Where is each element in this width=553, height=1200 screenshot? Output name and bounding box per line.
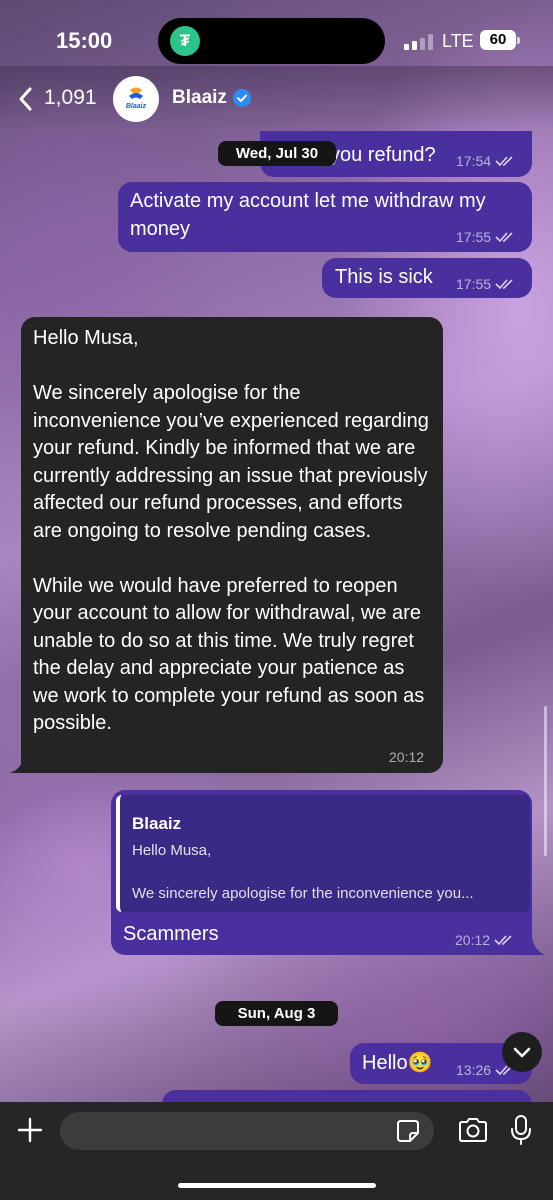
message-input[interactable] (60, 1112, 434, 1150)
message-meta: 20:12 (455, 932, 514, 948)
network-type: LTE (442, 31, 474, 51)
double-check-icon (495, 232, 513, 243)
date-separator: Sun, Aug 3 (215, 1001, 338, 1026)
tether-icon: ₮ (170, 26, 200, 56)
message-time: 20:12 (455, 932, 491, 948)
battery-cap (517, 37, 520, 44)
bubble-tail (526, 937, 546, 955)
message-bubble-outgoing[interactable]: This is sick 17:55 (322, 258, 532, 298)
scroll-to-bottom-button[interactable] (502, 1032, 542, 1072)
message-time: 13:26 (456, 1062, 492, 1078)
blaaiz-logo (129, 87, 143, 99)
avatar-logo-text: Blaaiz (125, 103, 147, 110)
message-bubble-outgoing[interactable]: Activate my account let me withdraw my m… (118, 182, 532, 252)
message-time: 17:54 (456, 153, 492, 169)
message-meta: 17:55 (456, 229, 515, 245)
sticker-icon[interactable] (396, 1119, 420, 1143)
double-check-icon (494, 935, 512, 946)
message-time: 17:55 (456, 276, 492, 292)
reply-preview-line: Hello Musa, (132, 842, 212, 859)
message-text: Hello🥹 (362, 1052, 433, 1074)
microphone-icon[interactable] (510, 1114, 532, 1146)
message-text: you refund? (330, 144, 436, 166)
message-time: 17:55 (456, 229, 492, 245)
date-separator: Wed, Jul 30 (218, 141, 336, 166)
back-chevron-icon[interactable] (16, 86, 36, 112)
message-time: 20:12 (389, 749, 425, 765)
double-check-icon (495, 279, 513, 290)
message-meta: 20:12 (389, 749, 424, 765)
message-bubble-outgoing[interactable]: Blaaiz Hello Musa, We sincerely apologis… (111, 790, 532, 955)
contact-name[interactable]: Blaaiz (172, 87, 227, 109)
avatar[interactable]: Blaaiz (113, 76, 159, 122)
message-text: Hello Musa, We sincerely apologise for t… (33, 327, 429, 734)
reply-sender-name: Blaaiz (132, 814, 182, 833)
message-bubble-incoming[interactable]: Hello Musa, We sincerely apologise for t… (21, 317, 443, 773)
back-unread-count[interactable]: 1,091 (44, 86, 97, 110)
reply-quote[interactable]: Blaaiz Hello Musa, We sincerely apologis… (116, 795, 530, 912)
status-time: 15:00 (56, 28, 113, 53)
bubble-tail (10, 755, 30, 773)
reply-preview-line: We sincerely apologise for the inconveni… (132, 885, 474, 902)
battery-icon: 60 (480, 30, 516, 50)
signal-icon (404, 34, 434, 50)
chevron-down-icon (513, 1047, 531, 1058)
double-check-icon (495, 156, 513, 167)
message-text: Scammers (123, 923, 219, 945)
message-meta: 17:54 (456, 153, 515, 169)
home-indicator (178, 1183, 376, 1188)
scrollbar[interactable] (544, 706, 547, 856)
message-meta: 17:55 (456, 276, 515, 292)
camera-icon[interactable] (457, 1116, 489, 1144)
verified-badge-icon (233, 89, 251, 107)
attach-plus-icon[interactable] (16, 1116, 44, 1144)
message-text: This is sick (335, 266, 433, 288)
